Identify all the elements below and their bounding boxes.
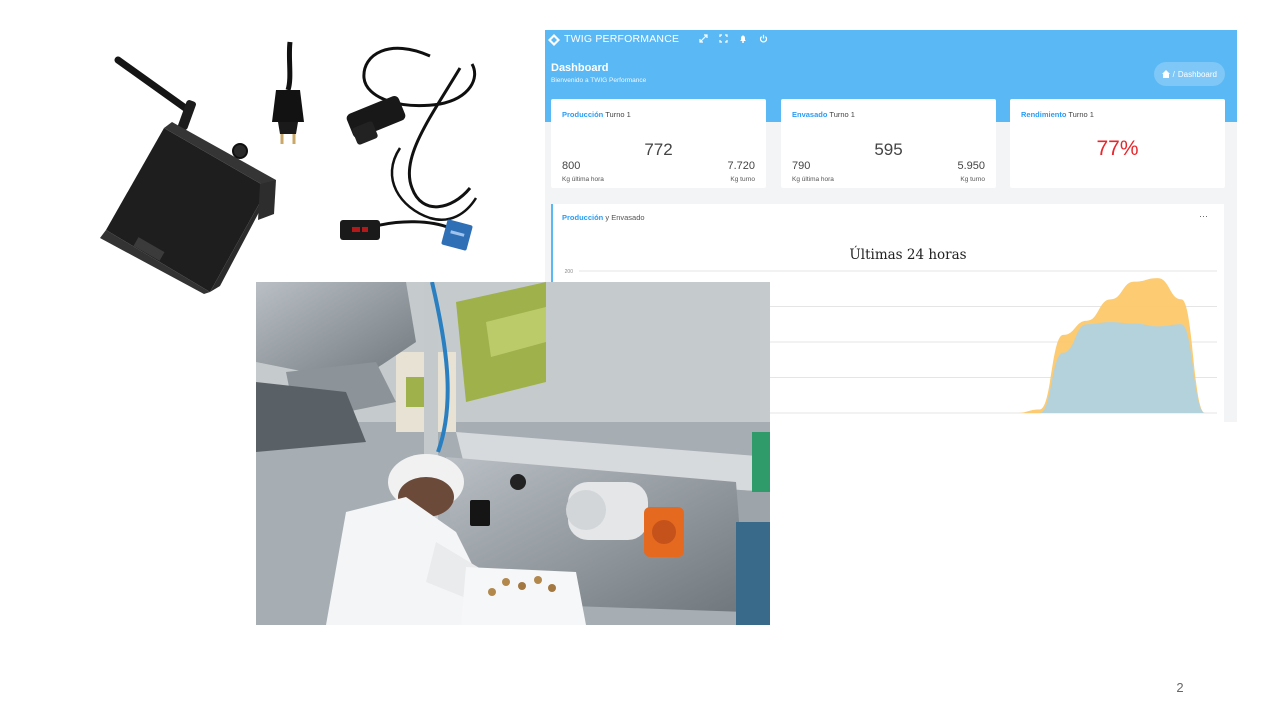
breadcrumb[interactable]: / Dashboard [1153,62,1225,86]
expand-arrows-icon[interactable] [693,32,713,46]
dashboard-topbar: TWIG PERFORMANCE [545,30,1237,47]
card-title: Envasado Turno 1 [792,110,855,119]
page-title: Dashboard [551,62,609,74]
card-shift-label: Kg turno [960,176,985,183]
card-title: Producción Turno 1 [562,110,631,119]
card-last-hour-label: Kg última hora [562,176,604,183]
chart-panel-title-rest: y Envasado [605,213,645,222]
card-title-rest: Turno 1 [1068,110,1094,119]
chart-panel-title: Producción y Envasado [562,213,645,222]
card-title-rest: Turno 1 [829,110,855,119]
chart-panel-title-strong: Producción [562,213,604,222]
card-percentage-value: 77% [1096,137,1139,160]
card-shift-value: 7.720 [727,160,755,172]
page-subtitle: Bienvenido a TWIG Performance [551,77,647,84]
card-title-strong: Producción [562,110,604,119]
card-shift-value: 5.950 [957,160,985,172]
brand-name: TWIG PERFORMANCE [564,32,680,45]
chart-more-menu[interactable]: ··· [1199,211,1208,221]
card-rendimiento: Rendimiento Turno 1 77% [1010,99,1225,188]
card-main-value: 772 [644,140,673,159]
chart-title: Últimas 24 horas [849,246,966,263]
factory-photo [256,282,770,625]
breadcrumb-current: Dashboard [1177,69,1217,79]
bell-icon[interactable] [733,32,753,46]
twig-logo-icon [548,33,560,46]
fullscreen-icon[interactable] [713,32,733,46]
slide-page-number: 2 [1176,680,1184,695]
home-icon[interactable] [1161,70,1170,78]
card-shift-label: Kg turno [730,176,755,183]
power-icon[interactable] [753,32,773,46]
card-last-hour-value: 790 [792,160,811,172]
hardware-image [100,41,478,294]
card-title-rest: Turno 1 [605,110,631,119]
hardware-photo [100,38,480,294]
card-title-strong: Envasado [792,110,828,119]
card-title-strong: Rendimiento [1021,110,1067,119]
card-last-hour-label: Kg última hora [792,176,834,183]
card-produccion: Producción Turno 1 772 800 7.720 Kg últi… [551,99,766,188]
factory-image [256,282,770,625]
card-envasado: Envasado Turno 1 595 790 5.950 Kg última… [781,99,996,188]
card-last-hour-value: 800 [562,160,581,172]
card-title: Rendimiento Turno 1 [1021,110,1094,119]
breadcrumb-separator: / [1172,69,1175,79]
card-main-value: 595 [874,140,903,159]
dashboard-heading: Dashboard Bienvenido a TWIG Performance [551,62,646,84]
y-tick-label: 200 [565,269,574,275]
